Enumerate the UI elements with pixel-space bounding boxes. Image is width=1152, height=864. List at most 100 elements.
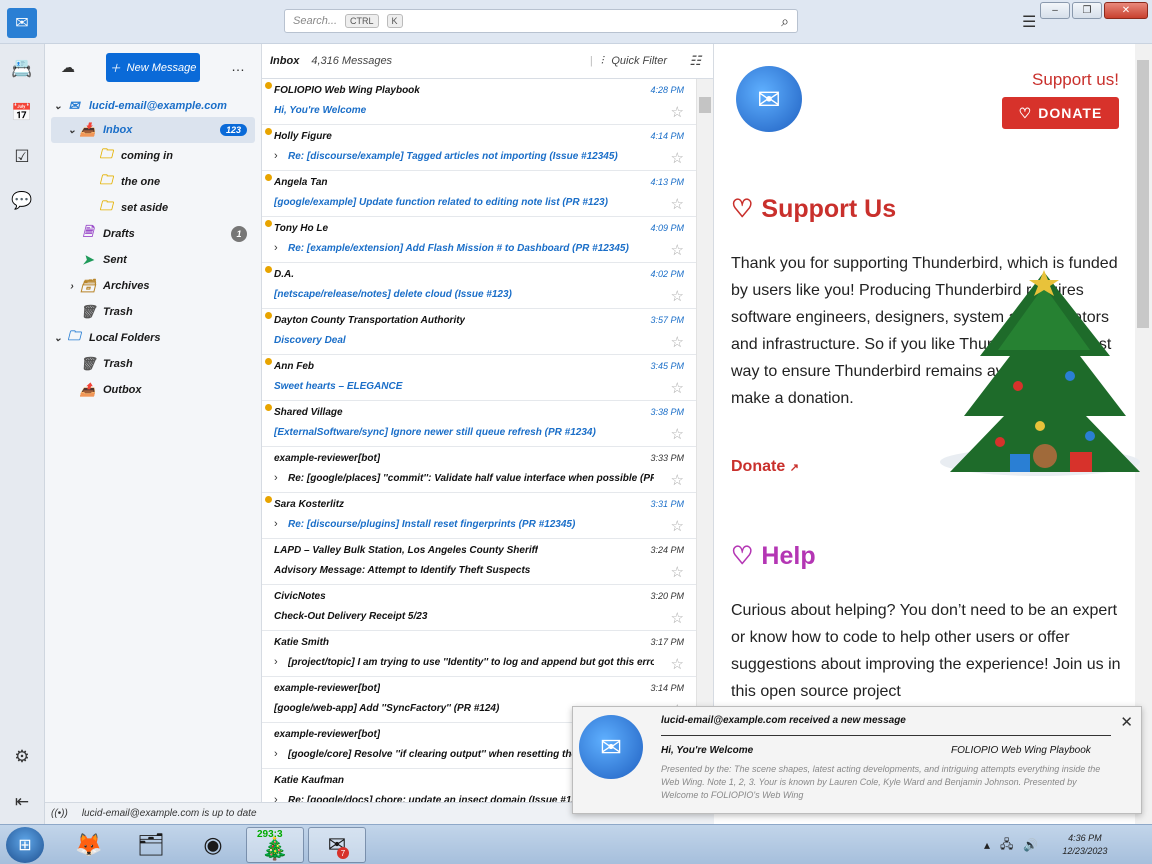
star-icon[interactable]: ☆ (671, 563, 684, 581)
scroll-thumb[interactable] (699, 97, 711, 113)
message-row[interactable]: example-reviewer[bot] 3:33 PM Re: [google/… (262, 447, 696, 493)
clock[interactable]: 4:36 PM 12/23/2023 (1062, 832, 1107, 858)
message-row[interactable]: Angela Tan 4:13 PM [google/example] Update… (262, 171, 696, 217)
chevron-right-icon[interactable]: › (65, 281, 79, 292)
new-mail-notification[interactable]: ✉ lucid-email@example.com received a new… (572, 706, 1142, 814)
star-icon[interactable]: ☆ (671, 103, 684, 121)
folder-archives[interactable]: › 🗃 Archives (51, 273, 255, 299)
calendar-icon[interactable]: 📅 (9, 100, 35, 126)
local-folder-outbox[interactable]: 📤 Outbox (51, 377, 255, 403)
unread-dot-icon[interactable] (265, 128, 272, 135)
tasks-icon[interactable]: ☑ (9, 144, 35, 170)
folder-set-aside[interactable]: 🗀 set aside (51, 195, 255, 221)
thread-chevron-icon[interactable]: › (274, 472, 278, 484)
unread-dot-icon[interactable] (265, 312, 272, 319)
chat-icon[interactable]: 💬 (9, 188, 35, 214)
star-icon[interactable]: ☆ (671, 655, 684, 673)
maximize-button[interactable]: ❐ (1072, 2, 1102, 19)
collapse-icon[interactable]: ⇤ (9, 789, 35, 815)
volume-icon[interactable]: 🔊 (1023, 838, 1038, 852)
thread-chevron-icon[interactable]: › (274, 150, 278, 162)
chevron-down-icon[interactable]: ⌄ (65, 125, 79, 136)
kbd-k: K (386, 14, 403, 28)
star-icon[interactable]: ☆ (671, 333, 684, 351)
unread-dot-icon[interactable] (265, 404, 272, 411)
star-icon[interactable]: ☆ (671, 609, 684, 627)
thread-scrollbar[interactable] (696, 79, 713, 802)
donate-link[interactable]: Donate ↗ (731, 458, 799, 476)
unread-dot-icon[interactable] (265, 496, 272, 503)
message-row[interactable]: Ann Feb 3:45 PM Sweet hearts – ELEGANCE ☆ (262, 355, 696, 401)
thread-chevron-icon[interactable]: › (274, 794, 278, 802)
unread-dot-icon[interactable] (265, 174, 272, 181)
folder-the-one[interactable]: 🗀 the one (51, 169, 255, 195)
donate-button-label: DONATE (1038, 105, 1103, 121)
get-messages-icon[interactable]: ☁ (61, 59, 75, 76)
quick-filter-toggle[interactable]: | ⫶ Quick Filter (590, 55, 667, 68)
star-icon[interactable]: ☆ (671, 241, 684, 259)
thread-chevron-icon[interactable]: › (274, 748, 278, 760)
chevron-down-icon[interactable]: ⌄ (51, 101, 65, 112)
settings-icon[interactable]: ⚙ (9, 744, 35, 770)
thunderbird-taskbar-icon[interactable]: ✉ 7 (308, 827, 366, 863)
thread-chevron-icon[interactable]: › (274, 656, 278, 668)
message-row[interactable]: Dayton County Transportation Authority 3:… (262, 309, 696, 355)
christmas-tree-gadget[interactable] (920, 246, 1146, 492)
star-icon[interactable]: ☆ (671, 287, 684, 305)
star-icon[interactable]: ☆ (671, 517, 684, 535)
unread-dot-icon[interactable] (265, 266, 272, 273)
trash-icon: 🗑 (79, 356, 97, 371)
close-button[interactable]: ✕ (1104, 2, 1148, 19)
app-menu-icon[interactable]: ☰ (1022, 12, 1036, 32)
folder-inbox[interactable]: ⌄ 📥 Inbox 123 (51, 117, 255, 143)
start-button[interactable]: ⊞ (6, 827, 44, 863)
thread-chevron-icon[interactable]: › (274, 242, 278, 254)
star-icon[interactable]: ☆ (671, 379, 684, 397)
local-folders-row[interactable]: ⌄ 🗀 Local Folders (51, 325, 255, 351)
address-book-icon[interactable]: 📇 (9, 56, 35, 82)
star-icon[interactable]: ☆ (671, 149, 684, 167)
new-message-button[interactable]: ＋ New Message (106, 53, 200, 82)
network-icon[interactable]: 🖧 (1000, 835, 1013, 856)
tree-game-taskbar-icon[interactable]: 293:3 🎄 (246, 827, 304, 863)
message-date: 3:31 PM (650, 499, 684, 509)
message-row[interactable]: LAPD – Valley Bulk Station, Los Angeles … (262, 539, 696, 585)
unread-dot-icon[interactable] (265, 220, 272, 227)
message-row[interactable]: FOLIOPIO Web Wing Playbook 4:28 PM Hi, You… (262, 79, 696, 125)
online-status-icon[interactable]: ((•)) (51, 808, 68, 819)
global-search-input[interactable]: Search... CTRL K ⌕ (284, 9, 798, 33)
unread-dot-icon[interactable] (265, 82, 272, 89)
search-icon[interactable]: ⌕ (781, 13, 789, 30)
display-options-icon[interactable]: ☷ (689, 53, 701, 69)
folder-drafts[interactable]: 🗎 Drafts 1 (51, 221, 255, 247)
account-row[interactable]: ⌄ ✉ lucid-email@example.com (51, 93, 255, 119)
thread-chevron-icon[interactable]: › (274, 518, 278, 530)
folder-trash[interactable]: 🗑 Trash (51, 299, 255, 325)
folder-coming-in[interactable]: 🗀 coming in (51, 143, 255, 169)
more-options-icon[interactable]: … (231, 58, 245, 74)
message-row[interactable]: Sara Kosterlitz 3:31 PM Re: [discourse/plu… (262, 493, 696, 539)
minimize-button[interactable]: ‒ (1040, 2, 1070, 19)
message-row[interactable]: Tony Ho Le 4:09 PM Re: [example/extension]… (262, 217, 696, 263)
show-hidden-icons-icon[interactable]: ▴ (984, 838, 990, 852)
support-heading: ♡ Support Us (731, 194, 896, 224)
chrome-taskbar-icon[interactable]: ◉ (184, 827, 242, 863)
donate-button[interactable]: ♡ DONATE (1002, 97, 1119, 129)
star-icon[interactable]: ☆ (671, 425, 684, 443)
close-icon[interactable]: ✕ (1120, 713, 1133, 731)
message-row[interactable]: Holly Figure 4:14 PM Re: [discourse/exampl… (262, 125, 696, 171)
unread-dot-icon[interactable] (265, 358, 272, 365)
mail-icon[interactable]: ✉ (7, 8, 37, 38)
message-row[interactable]: CivicNotes 3:20 PM Check-Out Delivery Rece… (262, 585, 696, 631)
message-row[interactable]: Shared Village 3:38 PM [ExternalSoftware/s… (262, 401, 696, 447)
message-row[interactable]: Katie Smith 3:17 PM [project/topic] I am t… (262, 631, 696, 677)
chevron-down-icon[interactable]: ⌄ (51, 333, 65, 344)
local-folder-trash[interactable]: 🗑 Trash (51, 351, 255, 377)
firefox-taskbar-icon[interactable]: 🦊 (60, 827, 118, 863)
star-icon[interactable]: ☆ (671, 471, 684, 489)
message-row[interactable]: D.A. 4:02 PM [netscape/release/notes] dele… (262, 263, 696, 309)
star-icon[interactable]: ☆ (671, 195, 684, 213)
support-us-link[interactable]: Support us! (1032, 70, 1119, 90)
file-explorer-taskbar-icon[interactable]: 🗂 (122, 827, 180, 863)
folder-sent[interactable]: ➤ Sent (51, 247, 255, 273)
